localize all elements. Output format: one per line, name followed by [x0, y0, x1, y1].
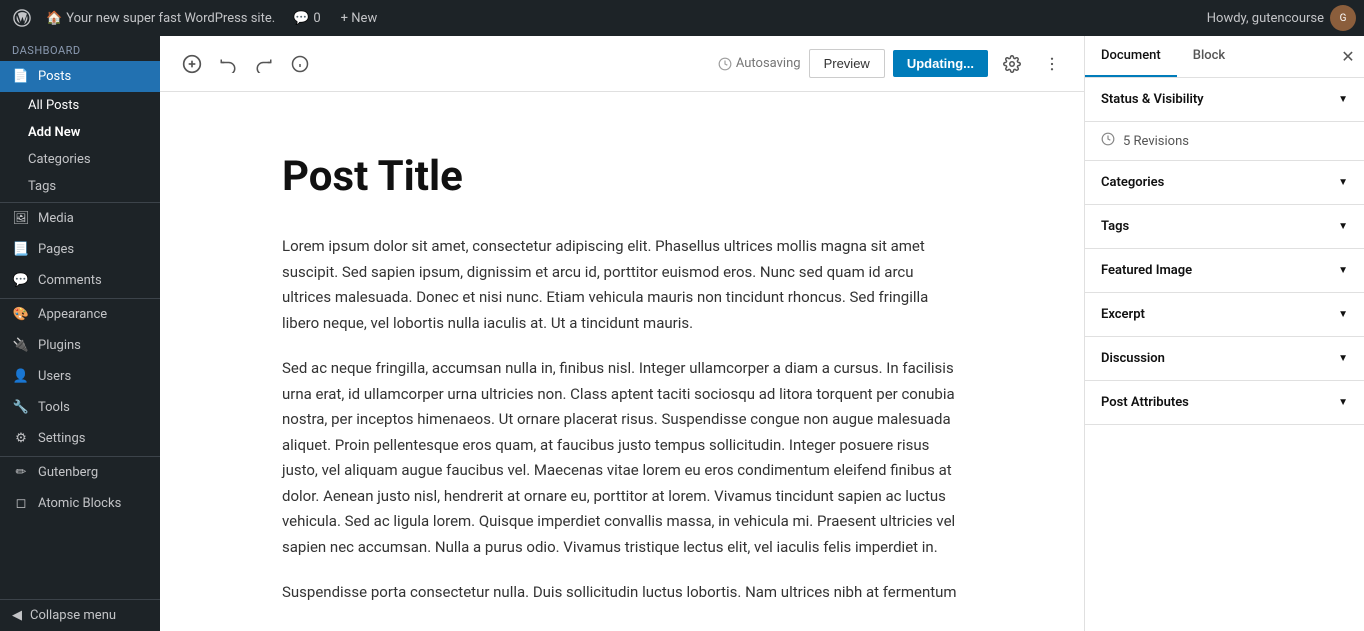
settings-toggle-button[interactable] — [996, 48, 1028, 80]
section-categories-header[interactable]: Categories ▼ — [1085, 161, 1364, 204]
sidebar-item-users[interactable]: 👤 Users — [0, 361, 160, 392]
home-icon: 🏠 — [46, 11, 62, 26]
tools-icon: 🔧 — [12, 400, 30, 415]
info-button[interactable] — [284, 48, 316, 80]
chevron-down-icon-categories: ▼ — [1338, 177, 1348, 188]
autosave-status: Autosaving — [718, 56, 801, 71]
collapse-icon: ◀ — [12, 608, 22, 623]
section-discussion: Discussion ▼ — [1085, 337, 1364, 381]
post-title[interactable]: Post Title — [282, 152, 962, 202]
chevron-down-icon-post-attrs: ▼ — [1338, 397, 1348, 408]
site-name[interactable]: 🏠 Your new super fast WordPress site. — [40, 11, 281, 26]
section-excerpt-header[interactable]: Excerpt ▼ — [1085, 293, 1364, 336]
comments-link[interactable]: 💬 0 — [285, 11, 329, 26]
chevron-down-icon-featured: ▼ — [1338, 265, 1348, 276]
comments-sidebar-icon: 💬 — [12, 273, 30, 288]
sidebar-item-appearance[interactable]: 🎨 Appearance — [0, 299, 160, 330]
chevron-down-icon: ▼ — [1338, 94, 1348, 105]
media-icon: 🖼 — [12, 211, 30, 226]
sidebar-item-add-new[interactable]: Add New — [0, 119, 160, 146]
users-icon: 👤 — [12, 369, 30, 384]
chevron-down-icon-excerpt: ▼ — [1338, 309, 1348, 320]
tab-document[interactable]: Document — [1085, 36, 1177, 77]
paragraph-2[interactable]: Sed ac neque fringilla, accumsan nulla i… — [282, 356, 962, 560]
section-featured-image: Featured Image ▼ — [1085, 249, 1364, 293]
sidebar-item-settings[interactable]: ⚙ Settings — [0, 423, 160, 454]
sidebar-item-media[interactable]: 🖼 Media — [0, 203, 160, 234]
tab-block[interactable]: Block — [1177, 36, 1241, 77]
post-body[interactable]: Lorem ipsum dolor sit amet, consectetur … — [282, 234, 962, 606]
section-categories: Categories ▼ — [1085, 161, 1364, 205]
sidebar-item-comments[interactable]: 💬 Comments — [0, 265, 160, 296]
avatar: G — [1330, 5, 1356, 31]
editor-toolbar: Autosaving Preview Updating... — [160, 36, 1084, 92]
sidebar-item-categories[interactable]: Categories — [0, 146, 160, 173]
revisions-row[interactable]: 5 Revisions — [1085, 122, 1364, 161]
sidebar-item-all-posts[interactable]: All Posts — [0, 92, 160, 119]
posts-icon: 📄 — [12, 69, 30, 84]
editor-area: Autosaving Preview Updating... — [160, 36, 1084, 631]
panel-sections: Status & Visibility ▼ 5 Revisions Catego… — [1085, 78, 1364, 631]
new-link[interactable]: + New — [333, 11, 386, 26]
sidebar-item-pages[interactable]: 📃 Pages — [0, 234, 160, 265]
undo-button[interactable] — [212, 48, 244, 80]
sidebar-item-atomic-blocks[interactable]: ◻ Atomic Blocks — [0, 488, 160, 519]
paragraph-3[interactable]: Suspendisse porta consectetur nulla. Dui… — [282, 580, 962, 606]
editor-content[interactable]: Post Title Lorem ipsum dolor sit amet, c… — [202, 92, 1042, 631]
sidebar-item-tags[interactable]: Tags — [0, 173, 160, 200]
sidebar-item-gutenberg[interactable]: ✏ Gutenberg — [0, 457, 160, 488]
pages-icon: 📃 — [12, 242, 30, 257]
main-layout: Dashboard 📄 Posts All Posts Add New Cate… — [0, 36, 1364, 631]
gutenberg-icon: ✏ — [12, 465, 30, 480]
section-featured-image-header[interactable]: Featured Image ▼ — [1085, 249, 1364, 292]
section-tags-header[interactable]: Tags ▼ — [1085, 205, 1364, 248]
document-panel: Document Block ✕ Status & Visibility ▼ — [1084, 36, 1364, 631]
appearance-icon: 🎨 — [12, 307, 30, 322]
sidebar-section-gutenberg: ✏ Gutenberg — [0, 456, 160, 488]
section-post-attributes-header[interactable]: Post Attributes ▼ — [1085, 381, 1364, 424]
sidebar-section-appearance: 🎨 Appearance — [0, 298, 160, 330]
section-status-visibility-header[interactable]: Status & Visibility ▼ — [1085, 78, 1364, 121]
update-button[interactable]: Updating... — [893, 50, 988, 77]
sidebar-item-tools[interactable]: 🔧 Tools — [0, 392, 160, 423]
paragraph-1[interactable]: Lorem ipsum dolor sit amet, consectetur … — [282, 234, 962, 336]
collapse-menu-button[interactable]: ◀ Collapse menu — [0, 599, 160, 631]
redo-button[interactable] — [248, 48, 280, 80]
add-block-button[interactable] — [176, 48, 208, 80]
section-status-visibility: Status & Visibility ▼ — [1085, 78, 1364, 122]
atomic-blocks-icon: ◻ — [12, 496, 30, 511]
panel-tabs: Document Block ✕ — [1085, 36, 1364, 78]
sidebar: Dashboard 📄 Posts All Posts Add New Cate… — [0, 36, 160, 631]
clock-icon — [1101, 132, 1115, 150]
plugins-icon: 🔌 — [12, 338, 30, 353]
settings-icon: ⚙ — [12, 431, 30, 446]
howdy-text: Howdy, gutencourse G — [1207, 5, 1356, 31]
preview-button[interactable]: Preview — [809, 49, 885, 78]
admin-bar: 🏠 Your new super fast WordPress site. 💬 … — [0, 0, 1364, 36]
section-excerpt: Excerpt ▼ — [1085, 293, 1364, 337]
chevron-down-icon-discussion: ▼ — [1338, 353, 1348, 364]
editor-wrapper: Autosaving Preview Updating... — [160, 36, 1364, 631]
section-discussion-header[interactable]: Discussion ▼ — [1085, 337, 1364, 380]
panel-close-button[interactable]: ✕ — [1332, 41, 1364, 73]
toolbar-right: Autosaving Preview Updating... — [718, 48, 1068, 80]
wp-logo-icon[interactable] — [8, 4, 36, 32]
sidebar-item-plugins[interactable]: 🔌 Plugins — [0, 330, 160, 361]
section-tags: Tags ▼ — [1085, 205, 1364, 249]
section-post-attributes: Post Attributes ▼ — [1085, 381, 1364, 425]
more-options-button[interactable] — [1036, 48, 1068, 80]
comments-icon: 💬 — [293, 11, 309, 26]
sidebar-section-media: 🖼 Media — [0, 202, 160, 234]
dashboard-header: Dashboard — [0, 36, 160, 61]
chevron-down-icon-tags: ▼ — [1338, 221, 1348, 232]
sidebar-item-posts[interactable]: 📄 Posts — [0, 61, 160, 92]
